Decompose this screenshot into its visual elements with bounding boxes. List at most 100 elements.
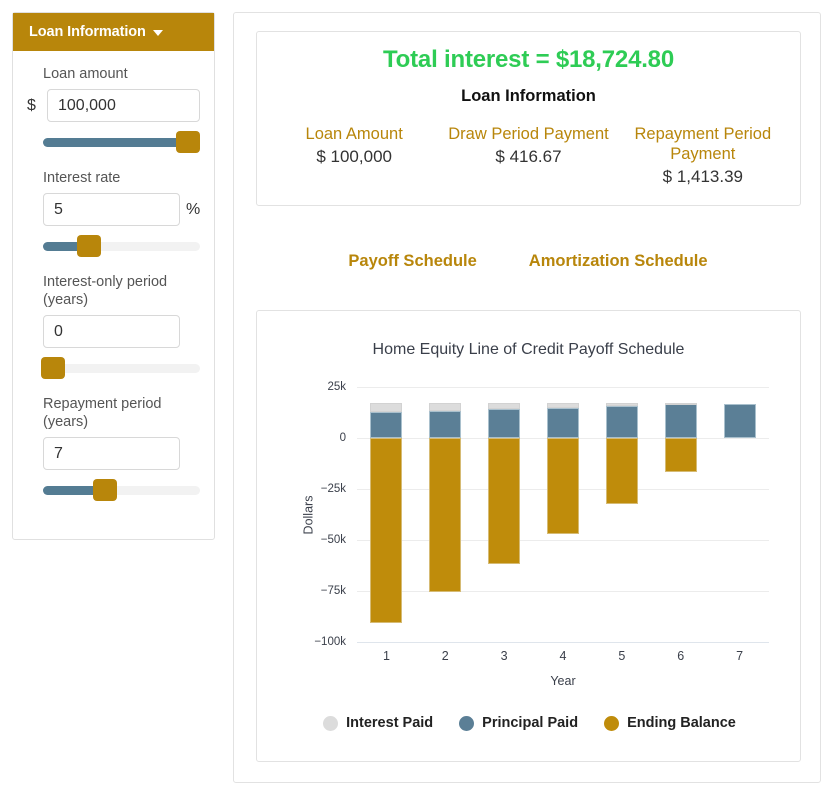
percent-suffix-icon: % xyxy=(186,200,201,218)
field-interest-rate: Interest rate % xyxy=(27,169,200,257)
chart-x-tick-label: 5 xyxy=(618,649,626,663)
chart-bar-segment-interest xyxy=(605,403,638,406)
chart-bar-group[interactable] xyxy=(723,387,756,642)
legend-item-principal-paid[interactable]: Principal Paid xyxy=(459,715,578,731)
chart-bar-segment-principal xyxy=(547,407,579,438)
legend-label: Ending Balance xyxy=(627,715,736,731)
slider-thumb[interactable] xyxy=(176,131,200,153)
input-row-interest-rate: % xyxy=(27,193,200,226)
chart-bar-segment-principal xyxy=(488,409,521,438)
chart-plot-area: Dollars Year 25k 0 −25k −50k −75k −100k 1 2 3 4 5 6… xyxy=(301,381,769,688)
currency-prefix-icon: $ xyxy=(27,96,36,114)
chart-y-tick-label: 0 xyxy=(339,432,346,444)
chart-x-tick-label: 4 xyxy=(559,649,567,663)
chart-x-axis-title: Year xyxy=(550,674,576,688)
chart-y-tick-label: 25k xyxy=(327,381,346,393)
stat-draw-period-payment: Draw Period Payment $ 416.67 xyxy=(441,124,615,187)
chart-bar-segment-balance xyxy=(370,438,403,623)
legend-label: Interest Paid xyxy=(346,715,434,731)
chart-y-axis-title: Dollars xyxy=(301,495,316,534)
legend-label: Principal Paid xyxy=(482,715,579,731)
input-row-repayment-period xyxy=(27,437,200,470)
chart-bar-segment-balance xyxy=(488,438,521,565)
input-row-interest-only-period xyxy=(27,315,200,348)
field-label-interest-rate: Interest rate xyxy=(43,170,121,186)
total-interest-heading: Total interest = $18,724.80 xyxy=(383,46,674,73)
field-label-loan-amount: Loan amount xyxy=(43,66,128,82)
chart-legend: Interest Paid Principal Paid Ending Bala… xyxy=(257,715,802,731)
chart-x-tick-label: 6 xyxy=(677,649,685,663)
chart-bar-group[interactable] xyxy=(370,387,403,642)
chart-bar-segment-principal xyxy=(723,403,756,438)
legend-item-ending-balance[interactable]: Ending Balance xyxy=(604,715,736,731)
interest-rate-input[interactable] xyxy=(43,193,180,226)
chart-bar-segment-interest xyxy=(429,403,462,411)
stat-loan-amount: Loan Amount $ 100,000 xyxy=(267,124,441,187)
loan-information-sidebar: Loan Information Loan amount $ Interest xyxy=(12,12,215,540)
chart-bar-segment-interest xyxy=(547,403,579,408)
loan-amount-slider[interactable] xyxy=(43,131,200,153)
summary-subtitle: Loan Information xyxy=(461,87,596,105)
chart-bar-group[interactable] xyxy=(664,387,697,642)
stat-repayment-period-payment: Repayment Period Payment $ 1,413.39 xyxy=(616,124,790,187)
slider-track xyxy=(43,364,200,373)
field-interest-only-period: Interest-only period (years) xyxy=(27,273,200,379)
chart-x-tick-label: 3 xyxy=(500,649,508,663)
slider-thumb[interactable] xyxy=(41,357,65,379)
interest-rate-slider[interactable] xyxy=(43,235,200,257)
chart-bar-segment-principal xyxy=(370,412,403,438)
stat-label: Loan Amount xyxy=(305,125,403,143)
chart-bar-group[interactable] xyxy=(429,387,462,642)
chart-y-tick-label: −25k xyxy=(320,483,346,495)
field-loan-amount: Loan amount $ xyxy=(27,65,200,153)
interest-only-period-slider[interactable] xyxy=(41,357,200,379)
chart-bar-segment-balance xyxy=(664,438,697,473)
chart-bar-segment-interest xyxy=(664,403,697,406)
chart-bar-segment-balance xyxy=(429,438,462,593)
chart-bar-segment-balance xyxy=(605,438,638,505)
heloc-calculator-page: Loan Information Loan amount $ Interest xyxy=(0,0,833,799)
results-panel: Total interest = $18,724.80 Loan Informa… xyxy=(233,12,821,783)
stat-label: Repayment Period Payment xyxy=(634,125,772,163)
chart-bar-segment-principal xyxy=(429,410,462,438)
chevron-down-icon xyxy=(152,30,163,36)
legend-swatch-icon xyxy=(323,715,339,731)
schedule-tabs: Payoff Schedule Amortization Schedule xyxy=(234,248,822,275)
chart-bar-group[interactable] xyxy=(547,387,579,642)
sidebar-header-title: Loan Information xyxy=(29,24,146,40)
input-row-loan-amount: $ xyxy=(27,89,200,122)
legend-swatch-icon xyxy=(604,715,620,731)
chart-title: Home Equity Line of Credit Payoff Schedu… xyxy=(372,341,685,358)
chart-x-tick-label: 7 xyxy=(736,649,744,663)
chart-bar-segment-balance xyxy=(547,438,579,534)
repayment-period-input[interactable] xyxy=(43,437,180,470)
field-repayment-period: Repayment period (years) xyxy=(27,395,200,501)
tab-amortization-schedule[interactable]: Amortization Schedule xyxy=(527,248,710,275)
slider-thumb[interactable] xyxy=(77,235,101,257)
chart-gridline: −100k xyxy=(314,636,769,648)
chart-y-tick-label: −100k xyxy=(314,636,346,648)
chart-x-tick-label: 2 xyxy=(441,649,449,663)
tab-payoff-schedule[interactable]: Payoff Schedule xyxy=(346,248,478,275)
legend-item-interest-paid[interactable]: Interest Paid xyxy=(323,715,433,731)
payoff-chart-card: Home Equity Line of Credit Payoff Schedu… xyxy=(256,310,801,762)
chart-x-tick-label: 1 xyxy=(382,649,390,663)
stat-value: $ 1,413.39 xyxy=(662,167,743,186)
loan-amount-input[interactable] xyxy=(47,89,200,122)
sidebar-header-toggle[interactable]: Loan Information xyxy=(13,13,214,51)
summary-stats-row: Loan Amount $ 100,000 Draw Period Paymen… xyxy=(267,124,790,187)
chart-bar-segment-interest xyxy=(370,403,403,413)
stat-label: Draw Period Payment xyxy=(448,125,609,143)
loan-summary-card: Total interest = $18,724.80 Loan Informa… xyxy=(256,31,801,206)
stat-value: $ 416.67 xyxy=(495,147,562,166)
interest-only-period-input[interactable] xyxy=(43,315,180,348)
repayment-period-slider[interactable] xyxy=(43,479,200,501)
chart-bar-group[interactable] xyxy=(605,387,638,642)
field-label-interest-only-period: Interest-only period (years) xyxy=(43,274,168,308)
chart-bar-segment-interest xyxy=(488,403,521,410)
slider-fill xyxy=(43,138,181,147)
chart-bar-group[interactable] xyxy=(488,387,521,642)
chart-bar-segment-principal xyxy=(664,404,697,438)
slider-thumb[interactable] xyxy=(93,479,117,501)
stat-value: $ 100,000 xyxy=(316,147,392,166)
